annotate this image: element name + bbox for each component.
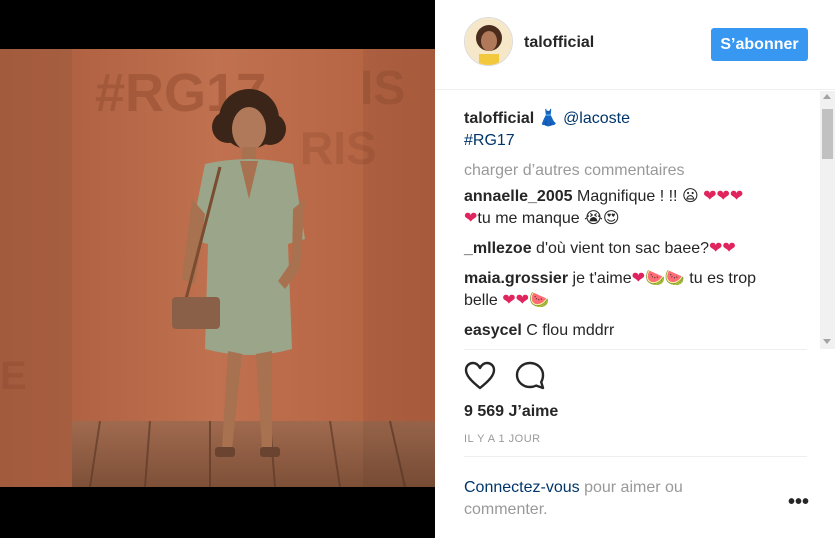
watermelon-emoji-icon: 🍉: [529, 292, 549, 309]
post-header: talofficial S’abonner: [435, 0, 835, 90]
login-link[interactable]: Connectez-vous: [464, 479, 580, 496]
heart-eyes-emoji-icon: 😍: [602, 210, 620, 227]
worried-face-emoji-icon: 😦: [681, 188, 699, 205]
post-side-panel: talofficial S’abonner talofficial 👗 @lac…: [435, 0, 835, 538]
post-timestamp: IL Y A 1 JOUR: [464, 433, 541, 445]
comment-text: belle: [464, 292, 498, 309]
header-username[interactable]: talofficial: [524, 34, 594, 52]
comment-text: Magnifique ! !!: [576, 188, 678, 205]
watermelon-emoji-icon: 🍉🍉: [645, 270, 685, 287]
heart-outline-icon[interactable]: [464, 360, 496, 392]
scroll-down-icon[interactable]: [823, 339, 831, 344]
comment-username[interactable]: maia.grossier: [464, 270, 568, 287]
scroll-up-icon[interactable]: [823, 94, 831, 99]
avatar[interactable]: [464, 17, 513, 66]
post-photo[interactable]: #RG17 IS RIS E: [0, 49, 435, 487]
crying-face-emoji-icon: 😭: [584, 210, 603, 227]
comment-username[interactable]: annaelle_2005: [464, 188, 573, 205]
comment-text: C flou mddrr: [526, 322, 615, 339]
comment-item: annaelle_2005 Magnifique ! !! 😦 ❤❤❤ ❤tu …: [464, 186, 820, 230]
comment-bubble-icon[interactable]: [514, 360, 546, 392]
comments-scrollbar[interactable]: [820, 91, 835, 349]
comment-text: je t'aime: [572, 270, 632, 287]
heart-emoji-icon: ❤❤❤: [703, 188, 744, 205]
heart-emoji-icon: ❤❤: [709, 240, 736, 257]
heart-emoji-icon: ❤❤: [502, 292, 530, 309]
comments-list[interactable]: talofficial 👗 @lacoste #RG17 charger d’a…: [435, 91, 820, 349]
comment-text: tu me manque: [477, 210, 580, 227]
scroll-thumb[interactable]: [822, 109, 833, 159]
ellipsis-icon[interactable]: •••: [788, 492, 809, 513]
comment-text: d'où vient ton sac baee?: [536, 240, 710, 257]
divider: [464, 349, 807, 350]
likes-count[interactable]: 9 569 J’aime: [464, 403, 558, 421]
login-prompt: Connectez-vous pour aimer ou commenter.: [464, 477, 764, 521]
divider: [464, 456, 807, 457]
comment-item: _mllezoe d'où vient ton sac baee?❤❤: [464, 238, 820, 260]
photo-pane: #RG17 IS RIS E: [0, 0, 435, 538]
load-more-comments[interactable]: charger d’autres commentaires: [464, 160, 820, 182]
comment-text: tu es trop: [689, 270, 756, 287]
comment-username[interactable]: _mllezoe: [464, 240, 532, 257]
comment-item: maia.grossier je t'aime❤🍉🍉 tu es trop be…: [464, 268, 820, 312]
post-actions: [464, 360, 560, 394]
caption-username[interactable]: talofficial: [464, 110, 534, 127]
caption: talofficial 👗 @lacoste #RG17: [464, 108, 820, 152]
follow-button[interactable]: S’abonner: [711, 28, 808, 61]
comment-item: easycel C flou mddrr: [464, 320, 820, 342]
heart-emoji-icon: ❤: [464, 210, 478, 227]
comment-username[interactable]: easycel: [464, 322, 522, 339]
dress-emoji-icon: 👗: [538, 110, 559, 127]
caption-mention[interactable]: @lacoste: [563, 110, 630, 127]
caption-hashtag[interactable]: #RG17: [464, 132, 515, 149]
heart-emoji-icon: ❤: [631, 270, 645, 287]
